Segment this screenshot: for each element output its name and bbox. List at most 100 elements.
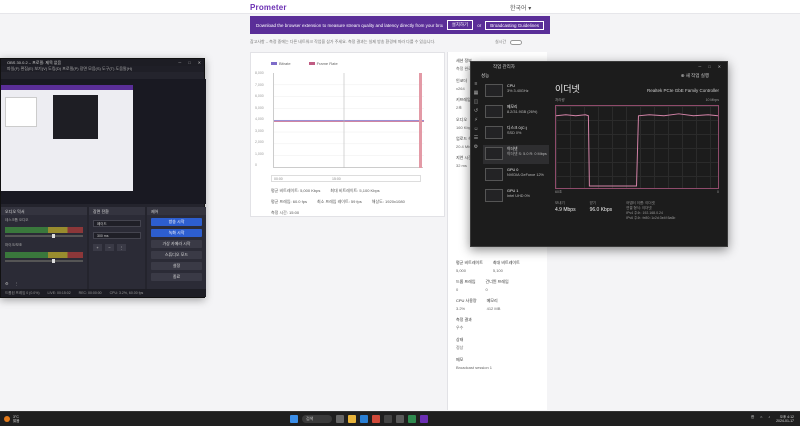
chart-plot-area — [273, 73, 424, 168]
site-logo[interactable]: Prometer — [250, 3, 287, 12]
store-icon[interactable] — [384, 415, 392, 423]
y-tick-label: 5,000 — [255, 105, 264, 110]
tm-graph-label: 처리량 — [555, 98, 565, 102]
track-desktop-label: 데스크톱 오디오 — [5, 218, 29, 222]
processes-icon[interactable]: ▦ — [471, 90, 481, 99]
toggle-label: 실시간 — [495, 39, 507, 44]
banner-or: or — [477, 22, 482, 28]
tm-resource-list: CPU 3% 3.40GHz 메모리 8.2/31.9GB (26%) 디스크 0(C:… — [483, 82, 549, 208]
detail-item: 메모리 412 MB — [486, 298, 501, 311]
users-icon[interactable]: ☺ — [471, 126, 481, 135]
legend-item-framerate[interactable]: Frame Rate — [308, 61, 338, 66]
time-range-slider[interactable]: 00:00 15:00 — [271, 175, 421, 182]
taskbar-search[interactable]: 검색 — [302, 415, 332, 423]
details-icon[interactable]: ☰ — [471, 135, 481, 144]
language-selector[interactable]: 한국어 ▾ — [510, 3, 531, 12]
resource-item[interactable]: CPU 3% 3.40GHz — [483, 82, 549, 101]
y-tick-label: 2,000 — [255, 140, 264, 144]
stream-chart-card: Bitrate Frame Rate 8,000 7,000 6,000 5,000 4… — [250, 52, 445, 217]
chrome-icon[interactable] — [372, 415, 380, 423]
status-cpu: CPU: 3.2%, 60.00 fps — [109, 291, 144, 295]
menu-icon[interactable]: ≡ — [471, 81, 481, 90]
maximize-icon[interactable]: □ — [708, 64, 710, 69]
task-manager-window[interactable]: 작업 관리자 ─ □ ✕ 성능 ⊕ 새 작업 실행 ≡ ▦ ◫ ↺ ⚡ ☺ ☰ … — [470, 61, 728, 247]
minimize-icon[interactable]: ─ — [698, 64, 701, 69]
desktop-audio-fader[interactable] — [5, 234, 83, 238]
obs-titlebar[interactable]: OBS 30.0.2 – 프로필: 제목 없음 ─ □ ✕ — [1, 59, 204, 66]
status-rec: REC: 00:00:00 — [78, 291, 102, 295]
app-icon[interactable] — [420, 415, 428, 423]
volume-icon[interactable]: ♪ — [768, 415, 770, 423]
tm-axis-left: 60초 — [555, 190, 563, 194]
mic-audio-fader[interactable] — [5, 259, 83, 263]
task-view-icon[interactable] — [336, 415, 344, 423]
file-explorer-icon[interactable] — [348, 415, 356, 423]
tm-titlebar[interactable]: 작업 관리자 ─ □ ✕ — [471, 62, 727, 71]
legend-item-bitrate[interactable]: Bitrate — [271, 61, 291, 66]
studio-mode-button[interactable]: 스튜디오 모드 — [151, 251, 202, 259]
range-end-marker — [419, 73, 422, 168]
exit-button[interactable]: 종료 — [151, 273, 202, 281]
resource-item[interactable]: GPU 0 NVIDIA GeForce 12% — [483, 166, 549, 185]
minimize-icon[interactable]: ─ — [178, 60, 181, 65]
start-icon[interactable] — [290, 415, 298, 423]
audio-mixer-dock: 오디오 믹서 데스크톱 오디오 마이크/보조 ⚙ ⋮ — [1, 207, 87, 289]
virtual-camera-button[interactable]: 가상 카메라 시작 — [151, 240, 202, 248]
resource-item[interactable]: GPU 1 Intel UHD 0% — [483, 187, 549, 206]
remove-icon[interactable]: − — [105, 244, 114, 251]
stat-avg-framerate: 평균 프레임: 60.0 fps — [271, 199, 307, 204]
transition-duration[interactable]: 300 ms — [93, 232, 141, 239]
obs-title: OBS 30.0.2 – 프로필: 제목 없음 — [7, 60, 62, 65]
obs-window[interactable]: OBS 30.0.2 – 프로필: 제목 없음 ─ □ ✕ 파일(F) 편집(E… — [0, 58, 206, 298]
detail-item: 건너뛴 프레임 0 — [485, 279, 509, 292]
close-icon[interactable]: ✕ — [198, 60, 201, 65]
resource-item[interactable]: 이더넷 이더넷 S: 5.0 R: 0 Mbps — [483, 145, 549, 164]
close-icon[interactable]: ✕ — [718, 64, 721, 69]
obs-docks: 오디오 믹서 데스크톱 오디오 마이크/보조 ⚙ ⋮ 장면 전환 페이드 300… — [1, 207, 206, 289]
services-icon[interactable]: ⚙ — [471, 144, 481, 153]
run-new-task-button[interactable]: ⊕ 새 작업 실행 — [681, 73, 709, 79]
settings-icon[interactable]: ⚙ — [5, 281, 9, 286]
more-icon[interactable]: ⋮ — [15, 281, 19, 286]
install-button[interactable]: 설치하기 — [446, 20, 474, 30]
y-tick-label: 7,000 — [255, 82, 264, 87]
start-recording-button[interactable]: 녹화 시작 — [151, 229, 202, 237]
tm-nav-rail: ≡ ▦ ◫ ↺ ⚡ ☺ ☰ ⚙ — [471, 81, 481, 246]
more-icon[interactable]: ⋮ — [117, 244, 126, 251]
start-streaming-button[interactable]: 방송 시작 — [151, 218, 202, 226]
add-icon[interactable]: + — [93, 244, 102, 251]
startup-icon[interactable]: ⚡ — [471, 117, 481, 126]
chart-legend: Bitrate Frame Rate — [271, 61, 338, 66]
y-tick-label: 6,000 — [255, 94, 264, 98]
maximize-icon[interactable]: □ — [188, 60, 190, 65]
sun-icon — [4, 416, 10, 422]
sparkline — [485, 147, 503, 160]
promo-banner: Download the browser extension to measur… — [250, 16, 550, 34]
mic-audio-meter — [5, 252, 83, 258]
guidelines-button[interactable]: Broadcasting Guidelines — [485, 20, 544, 30]
preview-capture — [1, 85, 133, 191]
realtime-toggle[interactable]: 실시간 — [495, 39, 523, 45]
y-tick-label: 1,000 — [255, 151, 264, 156]
performance-icon[interactable]: ◫ — [471, 99, 481, 108]
transition-select[interactable]: 페이드 — [93, 220, 141, 227]
history-icon[interactable]: ↺ — [471, 108, 481, 117]
toggle-switch[interactable] — [510, 39, 523, 45]
tm-device-name: Realtek PCIe GbE Family Controller — [646, 88, 719, 93]
edge-icon[interactable] — [360, 415, 368, 423]
network-icon[interactable]: ⌂ — [760, 415, 762, 423]
obs-preview[interactable] — [1, 79, 206, 204]
clock[interactable]: 오후 4:12 2024-01-17 — [776, 415, 794, 423]
transitions-title: 장면 전환 — [89, 207, 145, 215]
weather-widget[interactable]: 3°C 맑음 — [4, 415, 19, 423]
resource-item[interactable]: 메모리 8.2/31.9GB (26%) — [483, 103, 549, 122]
detail-item: 드롭 프레임 0 — [456, 279, 476, 292]
controls-title: 제어 — [147, 207, 206, 215]
obs-icon[interactable] — [396, 415, 404, 423]
settings-button[interactable]: 설정 — [151, 262, 202, 270]
resource-item[interactable]: 디스크 0(C:) SSD 0% — [483, 124, 549, 143]
obs-menubar[interactable]: 파일(F) 편집(E) 보기(V) 도킹(D) 프로필(P) 장면 모음(S) … — [1, 66, 204, 72]
task-manager-icon[interactable] — [408, 415, 416, 423]
track-mic-label: 마이크/보조 — [5, 243, 23, 247]
ime-indicator[interactable]: 한 — [751, 415, 754, 423]
